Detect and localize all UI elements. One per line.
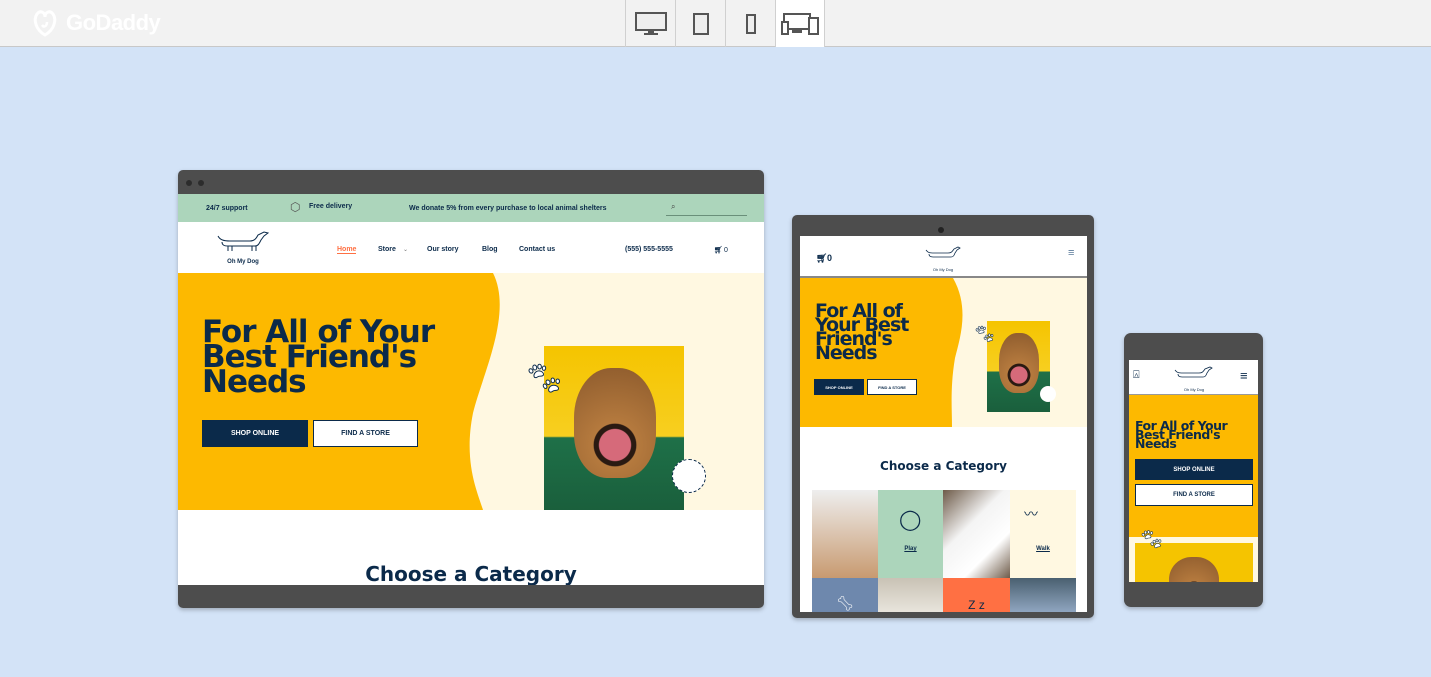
mobile-header: ⍓ Oh My Dog ≡ bbox=[1129, 360, 1258, 395]
tablet-icon bbox=[692, 12, 709, 35]
paw-print-icon: 🐾︎ bbox=[973, 324, 996, 345]
mobile-preview-frame: ⍓ Oh My Dog ≡ For All of Your Best Frien… bbox=[1124, 333, 1263, 607]
category-tile-photo[interactable] bbox=[878, 578, 943, 612]
find-a-store-button[interactable]: FIND A STORE bbox=[313, 420, 418, 447]
dachshund-logo-icon bbox=[925, 246, 961, 258]
support-text: 24/7 support bbox=[206, 205, 248, 212]
category-tile-photo[interactable] bbox=[943, 490, 1010, 578]
window-dot bbox=[186, 180, 192, 186]
dachshund-icon: 〰 bbox=[1024, 506, 1038, 522]
hamburger-menu-icon[interactable]: ≡ bbox=[1240, 368, 1248, 383]
category-tile-photo[interactable] bbox=[812, 490, 878, 578]
logo-text: Oh My Dog bbox=[1183, 387, 1205, 392]
hero-image-section: 🐾︎ bbox=[1129, 529, 1258, 582]
mobile-site-screen[interactable]: ⍓ Oh My Dog ≡ For All of Your Best Frien… bbox=[1129, 360, 1258, 582]
category-tile-play[interactable]: ◯ Play bbox=[878, 490, 943, 578]
logo-text: Oh My Dog bbox=[227, 259, 259, 265]
category-label: Walk bbox=[1036, 546, 1050, 552]
hero-title: For All of Your Best Friend's Needs bbox=[202, 314, 435, 400]
godaddy-logo[interactable]: GoDaddy bbox=[30, 8, 161, 38]
mobile-view-button[interactable] bbox=[725, 0, 775, 47]
cart-count: 0 bbox=[827, 253, 833, 263]
search-input[interactable]: ⌕ bbox=[666, 202, 747, 216]
category-heading: Choose a Category bbox=[880, 459, 1007, 473]
brand-name: GoDaddy bbox=[66, 10, 161, 35]
box-icon: ⬡ bbox=[290, 200, 301, 214]
hero-section: For All of Your Best Friend's Needs SHOP… bbox=[178, 273, 764, 510]
dachshund-logo-icon bbox=[217, 231, 270, 251]
tablet-header: 🛒︎ 0 Oh My Dog ≡ bbox=[800, 236, 1087, 278]
donate-text: We donate 5% from every purchase to loca… bbox=[409, 205, 607, 212]
bone-icon: 🦴︎ bbox=[836, 595, 854, 611]
shop-online-button[interactable]: SHOP ONLINE bbox=[202, 420, 308, 447]
dog-face bbox=[574, 368, 656, 478]
sleep-zz-icon: Z z bbox=[968, 598, 985, 612]
hero-title: For All of Your Best Friend's Needs bbox=[1135, 418, 1228, 451]
logo-text: Oh My Dog bbox=[932, 267, 954, 272]
nav-our-story[interactable]: Our story bbox=[427, 246, 459, 253]
oh-my-dog-badge bbox=[1040, 386, 1056, 402]
phone-icon bbox=[745, 13, 756, 34]
site-header: Oh My Dog Home Store ⌄ Our story Blog Co… bbox=[178, 222, 764, 273]
nav-contact-us[interactable]: Contact us bbox=[519, 246, 555, 253]
cart-count: 0 bbox=[724, 247, 728, 254]
chevron-down-icon: ⌄ bbox=[403, 247, 409, 253]
hero-dog-photo bbox=[544, 346, 684, 510]
category-tile-photo[interactable] bbox=[1010, 578, 1076, 612]
shop-online-button[interactable]: SHOP ONLINE bbox=[1135, 459, 1253, 480]
dog-face bbox=[1169, 557, 1219, 582]
nav-home[interactable]: Home bbox=[337, 246, 357, 254]
shopping-bag-icon[interactable]: ⍓ bbox=[1133, 369, 1140, 382]
oh-my-dog-badge bbox=[672, 459, 706, 493]
desktop-preview-frame: 24/7 support ⬡ Free delivery We donate 5… bbox=[178, 170, 764, 608]
all-devices-view-button[interactable] bbox=[775, 0, 825, 47]
site-logo[interactable]: Oh My Dog bbox=[1174, 366, 1214, 392]
nav-blog[interactable]: Blog bbox=[482, 246, 498, 253]
hero-section: For All of Your Best Friend's Needs SHOP… bbox=[800, 278, 1087, 427]
site-logo[interactable]: Oh My Dog bbox=[925, 246, 961, 272]
category-tile-walk[interactable]: 〰 Walk bbox=[1010, 490, 1076, 578]
nav-store[interactable]: Store bbox=[378, 246, 396, 253]
shop-online-button[interactable]: SHOP ONLINE bbox=[814, 379, 864, 395]
cart-icon[interactable]: 🛒︎ bbox=[816, 253, 827, 264]
search-icon: ⌕ bbox=[671, 202, 676, 211]
promo-banner: 24/7 support ⬡ Free delivery We donate 5… bbox=[178, 194, 764, 222]
paw-print-icon: 🐾︎ bbox=[524, 360, 566, 397]
tablet-preview-frame: 🛒︎ 0 Oh My Dog ≡ For All of Your Best Fr… bbox=[792, 215, 1094, 618]
category-tile-sleep[interactable]: Z z bbox=[943, 578, 1010, 612]
godaddy-logo-icon bbox=[33, 10, 57, 37]
hero-section: For All of Your Best Friend's Needs SHOP… bbox=[1129, 395, 1258, 537]
category-label: Play bbox=[904, 546, 917, 552]
top-toolbar: GoDaddy bbox=[0, 0, 1431, 47]
window-dot bbox=[198, 180, 204, 186]
delivery-text: Free delivery bbox=[309, 203, 353, 210]
tablet-site-screen[interactable]: 🛒︎ 0 Oh My Dog ≡ For All of Your Best Fr… bbox=[800, 236, 1087, 612]
find-a-store-button[interactable]: FIND A STORE bbox=[867, 379, 917, 395]
category-tile-treats[interactable]: 🦴︎ bbox=[812, 578, 878, 612]
tennis-ball-icon: ◯ bbox=[899, 509, 922, 531]
paw-print-icon: 🐾︎ bbox=[1139, 529, 1165, 552]
category-heading: Choose a Category bbox=[365, 562, 577, 585]
desktop-view-button[interactable] bbox=[625, 0, 675, 47]
hero-title: For All of Your Best Friend's Needs bbox=[815, 300, 909, 364]
desktop-site-screen[interactable]: 24/7 support ⬡ Free delivery We donate 5… bbox=[178, 194, 764, 585]
hamburger-menu-icon[interactable]: ≡ bbox=[1068, 247, 1074, 259]
category-grid: ◯ Play 〰 Walk 🦴︎ Z z bbox=[812, 490, 1076, 612]
tablet-camera bbox=[938, 227, 944, 233]
phone-number[interactable]: (555) 555-5555 bbox=[625, 246, 673, 253]
dog-face bbox=[999, 333, 1039, 393]
site-logo[interactable]: Oh My Dog bbox=[216, 230, 270, 266]
find-a-store-button[interactable]: FIND A STORE bbox=[1135, 484, 1253, 506]
desktop-icon bbox=[634, 11, 667, 35]
tablet-view-button[interactable] bbox=[675, 0, 725, 47]
dachshund-logo-icon bbox=[1174, 366, 1213, 378]
cart-icon[interactable]: 🛒︎ bbox=[714, 246, 723, 254]
multi-device-icon bbox=[781, 12, 819, 35]
